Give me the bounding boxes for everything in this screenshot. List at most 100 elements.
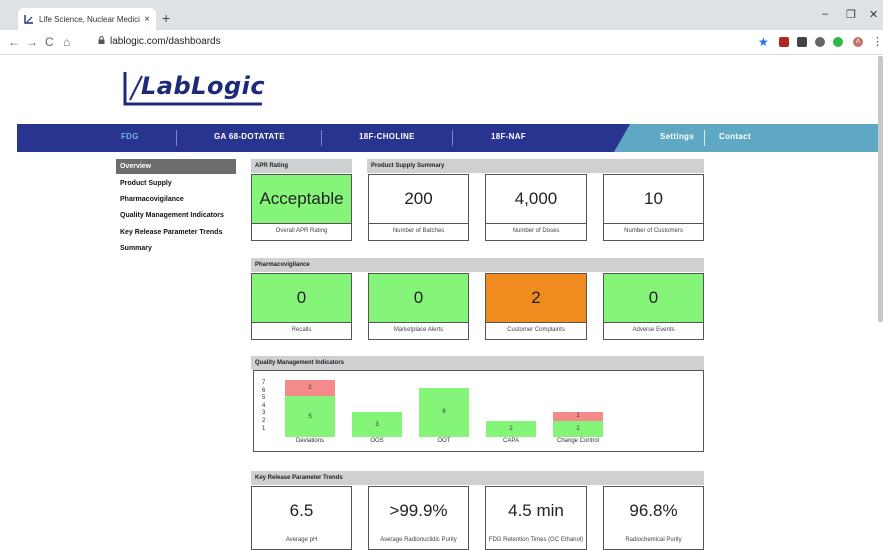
supply-label: Number of Customers [624,228,683,234]
krp-card-ph: 6.5 Average pH [251,486,352,550]
browser-toolbar: ← → C ⌂ lablogic.com/dashboards ★ A ⋮ [0,30,883,55]
x-axis-label: OOS [370,438,384,444]
pharma-value: 0 [604,274,703,322]
nav-contact[interactable]: Contact [719,132,751,141]
sidebar-item-quality-management[interactable]: Quality Management Indicators [116,208,236,223]
browser-menu-icon[interactable]: ⋮ [872,35,883,48]
pharma-card-customer-complaints: 2 Customer Complaints [485,273,587,340]
green-extension-icon[interactable] [833,37,843,47]
krp-label: FDG Retention Times (GC Ethanol) [488,537,584,543]
mail-extension-icon[interactable] [797,37,807,47]
nav-separator [176,130,177,146]
y-tick-label: 1 [262,425,266,432]
minimize-button[interactable]: – [822,8,828,20]
supply-card-batches: 200 Number of Batches [368,174,469,241]
supply-label: Number of Doses [512,228,560,234]
address-bar[interactable]: lablogic.com/dashboards [110,36,221,47]
y-tick-label: 5 [262,395,266,402]
card-divider [369,322,468,323]
apr-rating-label: Overall APR Rating [275,228,328,234]
bar-segment-green[interactable]: 5 [285,396,335,437]
card-divider [486,322,586,323]
nav-settings[interactable]: Settings [660,132,694,141]
pharma-label: Recalls [291,327,312,333]
y-tick-label: 4 [262,402,266,409]
pharma-label: Customer Complaints [507,327,565,333]
sidebar-item-key-release[interactable]: Key Release Parameter Trends [116,225,236,240]
bar-segment-green[interactable]: 3 [352,412,402,437]
lablogic-logo[interactable]: LabLogic [141,72,265,100]
pharma-card-marketplace-alerts: 0 Marketplace Alerts [368,273,469,340]
card-divider [252,322,351,323]
nav-separator [452,130,453,146]
qmi-chart: 7 6 5 4 3 2 1 5 2 Deviations 3 OOS 6 OOT 2 CAPA 2 1 Change… [253,370,704,452]
supply-value: 200 [404,189,433,208]
qmi-header: Quality Management Indicators [251,356,704,370]
bar-segment-red[interactable]: 2 [285,379,335,396]
krp-card-radiochemical-purity: 96.8% Radiochemical Purity [603,486,704,550]
tab-close-icon[interactable]: × [144,14,150,25]
nav-ga68-dotatate[interactable]: GA 68-DOTATATE [214,132,285,141]
krp-label: Average pH [285,537,318,543]
sidebar-item-summary[interactable]: Summary [116,241,236,256]
nav-separator [321,130,322,146]
x-axis-label: CAPA [503,438,519,444]
browser-tabstrip: Life Science, Nuclear Medicine & × + – ❐… [0,0,883,30]
supply-card-customers: 10 Number of Customers [603,174,704,241]
nav-18f-choline[interactable]: 18F-CHOLINE [359,132,415,141]
apr-rating-card: Acceptable Overall APR Rating [251,174,352,241]
krp-value: >99.9% [389,501,448,520]
product-supply-header: Product Supply Summary [367,159,704,173]
bar-segment-green[interactable]: 2 [486,420,536,437]
new-tab-button[interactable]: + [162,10,170,26]
card-divider [252,223,351,224]
y-tick-label: 6 [262,387,266,394]
sidebar-item-product-supply[interactable]: Product Supply [116,176,236,191]
pharma-card-adverse-events: 0 Adverse Events [603,273,704,340]
y-tick-label: 2 [262,418,266,424]
krp-label: Average Radionuclidic Purity [380,537,457,543]
tab-title: Life Science, Nuclear Medicine & [39,14,140,24]
bookmark-star-icon[interactable]: ★ [758,35,769,49]
reload-button[interactable]: C [45,35,54,49]
restore-button[interactable]: ❐ [846,8,856,21]
card-divider [486,223,586,224]
sidebar-item-pharmacovigilance[interactable]: Pharmacovigilance [116,192,236,207]
back-button[interactable]: ← [8,35,20,49]
bar-segment-red[interactable]: 1 [553,412,603,421]
krp-value: 96.8% [629,501,678,520]
pharma-label: Marketplace Alerts [393,327,444,333]
page-scrollbar[interactable] [878,56,883,322]
forward-button[interactable]: → [26,35,38,49]
card-divider [369,223,468,224]
bar-segment-green[interactable]: 2 [553,420,603,437]
y-tick-label: 7 [262,380,266,386]
nav-fdg[interactable]: FDG [121,132,139,141]
y-tick-label: 3 [262,410,266,417]
pharma-value: 2 [486,274,586,322]
home-button[interactable]: ⌂ [63,35,70,49]
pdf-extension-icon[interactable] [779,37,789,47]
supply-label: Number of Batches [392,228,445,234]
sidebar-item-overview[interactable]: Overview [116,159,236,174]
supply-value: 4,000 [514,189,558,208]
pharma-label: Adverse Events [632,327,675,333]
krp-card-radionuclidic-purity: >99.9% Average Radionuclidic Purity [368,486,469,550]
krp-card-retention-times: 4.5 min FDG Retention Times (GC Ethanol) [485,486,587,550]
window-close-button[interactable]: ✕ [869,8,878,21]
profile-avatar[interactable]: A [853,37,863,47]
krp-value: 6.5 [289,501,314,520]
browser-tab[interactable]: Life Science, Nuclear Medicine & × [18,8,156,30]
apr-rating-value: Acceptable [252,175,351,223]
card-divider [604,223,703,224]
card-divider [604,322,703,323]
apr-section-header: APR Rating [251,159,352,173]
nav-18f-naf[interactable]: 18F-NAF [491,132,526,141]
pharma-value: 0 [369,274,468,322]
krp-header: Key Release Parameter Trends [251,471,704,485]
pharma-card-recalls: 0 Recalls [251,273,352,340]
extension-icon[interactable] [815,37,825,47]
bar-segment-green[interactable]: 6 [419,387,469,437]
krp-label: Radiochemical Purity [625,537,682,543]
krp-value: 4.5 min [508,501,564,520]
